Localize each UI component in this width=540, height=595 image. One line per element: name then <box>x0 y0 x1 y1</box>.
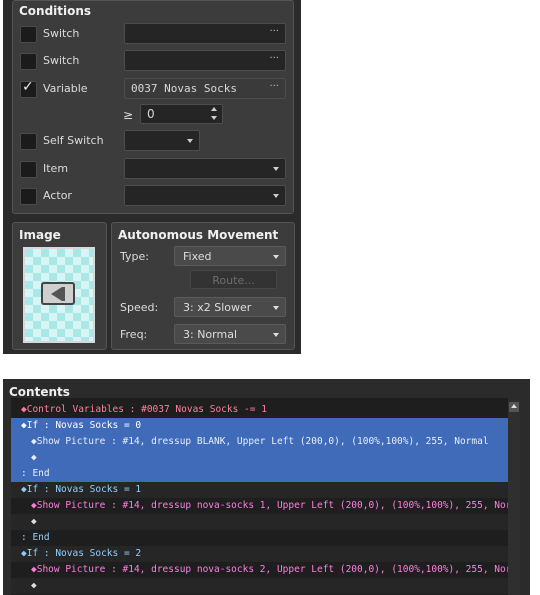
spinner-up-icon[interactable] <box>211 107 217 111</box>
event-command-row[interactable]: ◆ <box>11 578 508 594</box>
ellipsis-icon: ··· <box>269 53 279 64</box>
condition-value-field[interactable]: 0037 Novas Socks ··· <box>124 78 286 99</box>
chevron-down-icon <box>273 306 279 310</box>
event-command-row[interactable]: ◆If : Novas Socks = 2 <box>11 546 508 562</box>
image-box: Image <box>12 222 107 350</box>
event-command-text: ◆ <box>31 580 37 591</box>
condition-dropdown[interactable] <box>124 130 200 151</box>
event-command-row[interactable]: ◆Show Picture : #14, dressup BLANK, Uppe… <box>11 434 508 450</box>
chevron-down-icon <box>273 255 279 259</box>
route-button[interactable]: Route... <box>190 270 277 289</box>
condition-checkbox[interactable] <box>20 188 37 205</box>
condition-label: Switch <box>43 27 80 40</box>
type-label: Type: <box>120 250 149 263</box>
freq-select[interactable]: 3: Normal <box>174 324 286 344</box>
event-command-row[interactable]: ◆ <box>11 450 508 466</box>
freq-value: 3: Normal <box>183 328 238 341</box>
chevron-down-icon <box>187 139 193 143</box>
type-value: Fixed <box>183 250 212 263</box>
event-page-panel: Conditions Switch ··· Switch ··· ✓ Variable 00… <box>3 0 301 354</box>
condition-value-field[interactable]: ··· <box>124 23 286 44</box>
event-command-row[interactable]: ◆Show Picture : #14, dressup nova-socks … <box>11 562 508 578</box>
chevron-down-icon <box>273 194 279 198</box>
condition-checkbox[interactable]: ✓ <box>20 79 37 98</box>
event-command-row[interactable]: : End <box>11 530 508 546</box>
chevron-down-icon <box>273 167 279 171</box>
event-command-text: ◆Show Picture : #14, dressup nova-socks … <box>31 500 508 511</box>
event-command-row[interactable]: ◆If : Novas Socks = 0 <box>11 418 508 434</box>
event-command-text: ◆If : Novas Socks = 0 <box>21 420 142 431</box>
event-command-text: : End <box>21 468 50 479</box>
scroll-up-icon[interactable] <box>509 402 519 412</box>
event-command-text: ◆If : Novas Socks = 2 <box>21 548 142 559</box>
condition-dropdown[interactable] <box>124 185 286 206</box>
condition-label: Item <box>43 162 69 175</box>
condition-checkbox[interactable] <box>20 133 37 150</box>
event-command-text: ◆ <box>31 452 37 463</box>
event-command-text: ◆Control Variables : #0037 Novas Socks -… <box>21 404 267 415</box>
type-select[interactable]: Fixed <box>174 246 286 266</box>
condition-label: Switch <box>43 54 80 67</box>
condition-checkbox[interactable] <box>20 26 37 43</box>
ellipsis-icon: ··· <box>269 81 279 92</box>
compare-symbol: ≥ <box>123 108 134 122</box>
condition-label: Variable <box>43 82 88 95</box>
condition-value: 0037 Novas Socks <box>131 82 237 95</box>
event-command-row[interactable]: ◆Control Variables : #0037 Novas Socks -… <box>11 402 508 418</box>
condition-label: Actor <box>43 189 72 202</box>
image-title: Image <box>19 228 61 242</box>
compare-value: 0 <box>147 107 155 121</box>
speed-label: Speed: <box>120 301 159 314</box>
event-command-text: ◆ <box>31 516 37 527</box>
checkmark-icon: ✓ <box>22 79 34 95</box>
conditions-title: Conditions <box>19 4 92 18</box>
condition-dropdown[interactable] <box>124 158 286 179</box>
condition-label: Self Switch <box>43 134 104 147</box>
condition-checkbox[interactable] <box>20 53 37 70</box>
event-command-text: ◆If : Novas Socks = 1 <box>21 484 142 495</box>
variable-compare-spinner[interactable]: 0 <box>140 104 223 124</box>
event-command-text: : End <box>21 532 50 543</box>
event-command-list[interactable]: ◆Control Variables : #0037 Novas Socks -… <box>11 398 508 595</box>
event-command-row[interactable]: : End <box>11 466 508 482</box>
speed-value: 3: x2 Slower <box>183 301 252 314</box>
event-command-text: ◆Show Picture : #14, dressup BLANK, Uppe… <box>31 436 489 447</box>
speed-select[interactable]: 3: x2 Slower <box>174 297 286 317</box>
condition-value-field[interactable]: ··· <box>124 50 286 71</box>
freq-label: Freq: <box>120 328 148 341</box>
spinner-down-icon[interactable] <box>211 116 217 120</box>
contents-title: Contents <box>9 385 70 399</box>
route-button-label: Route... <box>212 274 255 287</box>
play-back-icon <box>41 282 75 305</box>
ellipsis-icon: ··· <box>269 26 279 37</box>
scrollbar[interactable] <box>508 400 520 595</box>
chevron-down-icon <box>273 333 279 337</box>
condition-checkbox[interactable] <box>20 161 37 178</box>
event-command-row[interactable]: ◆ <box>11 514 508 530</box>
movement-title: Autonomous Movement <box>118 228 279 242</box>
event-command-text: ◆Show Picture : #14, dressup nova-socks … <box>31 564 508 575</box>
event-command-row[interactable]: ◆Show Picture : #14, dressup nova-socks … <box>11 498 508 514</box>
event-command-row[interactable]: ◆If : Novas Socks = 1 <box>11 482 508 498</box>
image-preview[interactable] <box>23 247 95 343</box>
